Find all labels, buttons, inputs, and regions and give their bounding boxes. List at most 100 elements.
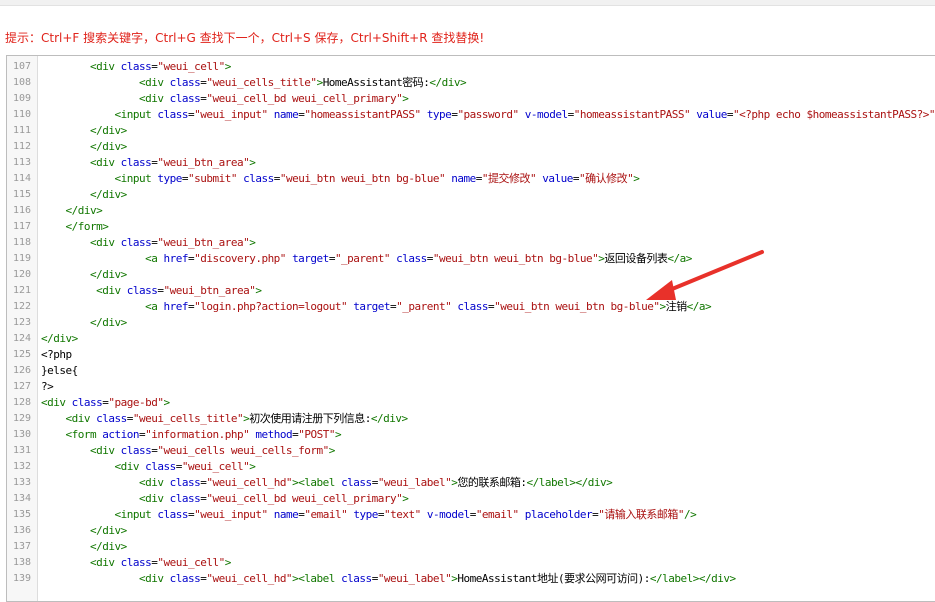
code-token: >	[328, 444, 336, 457]
code-line[interactable]: 130 <form action="information.php" metho…	[7, 427, 935, 443]
code-text[interactable]: <div class="weui_cell_hd"><label class="…	[41, 571, 736, 587]
code-text[interactable]: <div class="weui_cell">	[41, 459, 255, 475]
code-text[interactable]: </div>	[41, 267, 127, 283]
code-text[interactable]: <input class="weui_input" name="email" t…	[41, 507, 696, 523]
code-line[interactable]: 133 <div class="weui_cell_hd"><label cla…	[7, 475, 935, 491]
code-text[interactable]: <div class="weui_cells weui_cells_form">	[41, 443, 335, 459]
code-text[interactable]: <?php	[41, 347, 72, 363]
code-text[interactable]: <a href="login.php?action=logout" target…	[41, 299, 711, 315]
code-line[interactable]: 112 </div>	[7, 139, 935, 155]
code-line[interactable]: 120 </div>	[7, 267, 935, 283]
code-token: </div>	[89, 124, 127, 137]
code-token: v-model	[426, 508, 470, 521]
code-line[interactable]: 134 <div class="weui_cell_bd weui_cell_p…	[7, 491, 935, 507]
code-line[interactable]: 126}else{	[7, 363, 935, 379]
code-token: <?php	[41, 348, 72, 361]
code-line[interactable]: 131 <div class="weui_cells weui_cells_fo…	[7, 443, 935, 459]
line-number: 129	[12, 413, 31, 424]
code-token: "weui_label"	[377, 572, 452, 585]
code-token: </div>	[89, 524, 127, 537]
code-text[interactable]: </form>	[41, 219, 109, 235]
code-token: "weui_cells weui_cells_form"	[157, 444, 329, 457]
code-line[interactable]: 123 </div>	[7, 315, 935, 331]
code-text[interactable]: <a href="discovery.php" target="_parent"…	[41, 251, 692, 267]
code-text[interactable]: <div class="weui_cell_bd weui_cell_prima…	[41, 91, 409, 107]
code-text[interactable]: </div>	[41, 123, 127, 139]
code-token: "POST"	[298, 428, 335, 441]
code-token: "information.php"	[145, 428, 250, 441]
line-number: 131	[12, 445, 31, 456]
code-token: class	[169, 476, 201, 489]
code-text[interactable]: <div class="weui_btn_area">	[41, 235, 256, 251]
code-line[interactable]: 125 <?php	[7, 347, 935, 363]
code-text[interactable]: </div>	[41, 139, 127, 155]
line-number: 124	[12, 333, 31, 344]
code-line[interactable]: 137 </div>	[7, 539, 935, 555]
code-line[interactable]: 113 <div class="weui_btn_area">	[7, 155, 935, 171]
code-text[interactable]: <input class="weui_input" name="homeassi…	[41, 107, 935, 123]
code-lines[interactable]: 107 <div class="weui_cell"> 108 <div clas…	[7, 59, 935, 587]
code-token: >	[402, 492, 409, 505]
code-text[interactable]: <div class="weui_cell">	[41, 59, 231, 75]
code-line[interactable]: 107 <div class="weui_cell">	[7, 59, 935, 75]
code-line[interactable]: 117 </form>	[7, 219, 935, 235]
code-line[interactable]: 139 <div class="weui_cell_hd"><label cla…	[7, 571, 935, 587]
code-text[interactable]: </div>	[41, 539, 127, 555]
code-line[interactable]: 116 </div>	[7, 203, 935, 219]
code-text[interactable]: ?>	[41, 379, 54, 395]
code-text[interactable]: </div>	[41, 331, 78, 347]
code-text[interactable]: </div>	[41, 187, 127, 203]
code-text[interactable]: </div>	[41, 315, 127, 331]
code-text[interactable]: <div class="weui_btn_area">	[41, 283, 262, 299]
code-line[interactable]: 124 </div>	[7, 331, 935, 347]
code-line[interactable]: 118 <div class="weui_btn_area">	[7, 235, 935, 251]
code-token: <div	[89, 236, 115, 249]
code-line[interactable]: 109 <div class="weui_cell_bd weui_cell_p…	[7, 91, 935, 107]
code-line[interactable]: 127 ?>	[7, 379, 935, 395]
code-token: >	[249, 460, 256, 473]
code-token: <div	[138, 572, 164, 585]
code-text[interactable]: }else{	[41, 363, 78, 379]
code-token: class	[96, 412, 127, 425]
code-text[interactable]: <form action="information.php" method="P…	[41, 427, 342, 443]
code-token: <div	[114, 460, 139, 473]
code-text[interactable]: </div>	[41, 203, 103, 219]
code-line[interactable]: 136 </div>	[7, 523, 935, 539]
code-line[interactable]: 121 <div class="weui_btn_area">	[7, 283, 935, 299]
code-line[interactable]: 108 <div class="weui_cells_title">HomeAs…	[7, 75, 935, 91]
code-line[interactable]: 119 <a href="discovery.php" target="_par…	[7, 251, 935, 267]
code-line[interactable]: 114 <input type="submit" class="weui_btn…	[7, 171, 935, 187]
code-editor[interactable]: 107 <div class="weui_cell"> 108 <div clas…	[6, 55, 935, 602]
code-token: "weui_btn weui_btn bg-blue"	[494, 300, 660, 313]
code-line[interactable]: 110 <input class="weui_input" name="home…	[7, 107, 935, 123]
code-line[interactable]: 111 </div>	[7, 123, 935, 139]
code-text[interactable]: <div class="weui_cell_hd"><label class="…	[41, 475, 613, 491]
code-token: </div>	[89, 268, 127, 281]
code-text[interactable]: <div class="page-bd">	[41, 395, 170, 411]
code-text[interactable]: <div class="weui_cells_title">HomeAssist…	[41, 75, 467, 91]
code-line[interactable]: 115 </div>	[7, 187, 935, 203]
code-token: </form>	[65, 220, 109, 233]
code-line[interactable]: 132 <div class="weui_cell">	[7, 459, 935, 475]
code-text[interactable]: <div class="weui_cells_title">初次使用请注册下列信…	[41, 411, 409, 427]
code-text[interactable]: </div>	[41, 523, 127, 539]
code-token: >	[224, 556, 232, 569]
line-number: 138	[12, 557, 31, 568]
code-text[interactable]: <input type="submit" class="weui_btn weu…	[41, 171, 639, 187]
code-token: "_parent"	[334, 252, 391, 265]
code-token: <div	[138, 476, 164, 489]
code-line[interactable]: 122 <a href="login.php?action=logout" ta…	[7, 299, 935, 315]
code-text[interactable]: <div class="weui_btn_area">	[41, 155, 256, 171]
code-token: class	[120, 60, 152, 73]
code-line[interactable]: 128 <div class="page-bd">	[7, 395, 935, 411]
code-text[interactable]: <div class="weui_cell">	[41, 555, 231, 571]
code-token: type	[157, 172, 182, 185]
code-line[interactable]: 129 <div class="weui_cells_title">初次使用请注…	[7, 411, 935, 427]
code-line[interactable]: 138 <div class="weui_cell">	[7, 555, 935, 571]
code-text[interactable]: <div class="weui_cell_bd weui_cell_prima…	[41, 491, 409, 507]
code-line[interactable]: 135 <input class="weui_input" name="emai…	[7, 507, 935, 523]
line-number: 125	[12, 349, 31, 360]
